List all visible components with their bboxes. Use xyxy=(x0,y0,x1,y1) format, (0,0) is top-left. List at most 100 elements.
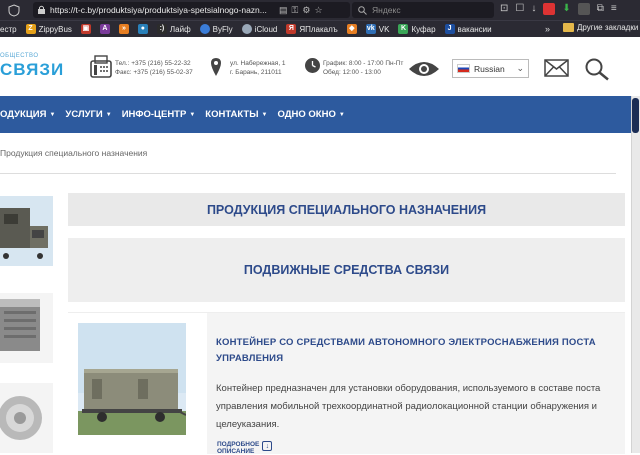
dropdown-arrow-icon: ▼ xyxy=(261,111,268,118)
bookmark-kufar[interactable]: K Куфар xyxy=(398,24,436,34)
bookmark-icloud[interactable]: iCloud xyxy=(241,24,278,34)
bookmark-icon: ▣ xyxy=(80,24,91,34)
bookmark-vacancies[interactable]: Jвакансии xyxy=(444,24,492,34)
pocket-icon[interactable]: ☐ xyxy=(515,3,524,15)
nav-item-services[interactable]: УСЛУГИ ▼ xyxy=(65,109,111,120)
sidebar-product-image[interactable] xyxy=(0,383,53,453)
breadcrumb: Продукция специального назначения xyxy=(0,148,148,158)
bookmark-zippybus[interactable]: Z ZippyBus xyxy=(25,24,72,34)
reader-icon[interactable]: ▤ xyxy=(279,5,288,16)
language-select[interactable]: Russian ⌄ xyxy=(452,59,529,78)
search-icon xyxy=(358,5,367,15)
contact-phones: Тел.: +375 (216) 55-22-32 Факс: +375 (21… xyxy=(115,59,193,77)
nav-label: УСЛУГИ xyxy=(65,109,103,120)
bookmark-label: ByFly xyxy=(212,24,233,34)
mail-icon[interactable] xyxy=(544,59,569,77)
section-title: ПОДВИЖНЫЕ СРЕДСТВА СВЯЗИ xyxy=(243,263,450,277)
extension-gray-icon[interactable] xyxy=(577,3,590,15)
logo-small-text: ОБЩЕСТВО xyxy=(0,53,39,59)
vk-icon: vk xyxy=(365,24,376,34)
extensions-puzzle-icon[interactable]: ⧉ xyxy=(597,3,604,15)
chevron-down-icon: ⌄ xyxy=(516,63,524,73)
phone-number[interactable]: Тел.: +375 (216) 55-22-32 xyxy=(115,59,193,68)
hours-schedule: График: 8:00 - 17:00 Пн-Пт xyxy=(323,60,404,67)
bookmark-icon: A xyxy=(99,24,110,34)
nav-label: ОДНО ОКНО xyxy=(277,109,336,120)
address-city: г. Барань, 211011 xyxy=(230,69,282,76)
nav-label: КОНТАКТЫ xyxy=(205,109,259,120)
dropdown-arrow-icon: ▼ xyxy=(338,111,345,118)
toolbar-left-area xyxy=(0,0,28,20)
globe-icon xyxy=(199,24,210,34)
search-icon[interactable] xyxy=(584,57,610,81)
bookmark-item[interactable]: » xyxy=(118,24,129,34)
product-title[interactable]: КОНТЕЙНЕР СО СРЕДСТВАМИ АВТОНОМНОГО ЭЛЕК… xyxy=(216,335,616,367)
browser-toolbar: https://t-c.by/produktsiya/produktsiya-s… xyxy=(0,0,640,20)
bookmark-label: вакансии xyxy=(457,24,492,34)
bookmark-label: Куфар xyxy=(411,24,436,34)
product-image-wrap xyxy=(68,313,202,454)
bookmark-vk[interactable]: vk VK xyxy=(365,24,389,34)
scrollbar-thumb[interactable] xyxy=(632,98,639,133)
bookmark-item[interactable]: ▣ xyxy=(80,24,91,34)
bookmark-item[interactable]: ◆ xyxy=(346,24,357,34)
bookmark-yaplakal[interactable]: Я ЯПлакалъ xyxy=(286,24,338,34)
menu-icon[interactable]: ≡ xyxy=(611,3,617,15)
language-value: Russian xyxy=(474,63,505,74)
yaplakal-icon: Я xyxy=(286,24,297,34)
address: ул. Набережная, 1 г. Барань, 211011 xyxy=(230,59,286,77)
screenshot-icon[interactable]: ⊡ xyxy=(500,3,508,15)
eye-icon[interactable] xyxy=(408,60,440,78)
browser-extensions: ⊡ ☐ ↓ ⬇ ⧉ ≡ xyxy=(500,3,617,15)
bookmark-label: ZippyBus xyxy=(38,24,72,34)
bookmark-item[interactable]: ● xyxy=(137,24,148,34)
product-image[interactable] xyxy=(78,323,186,435)
site-logo[interactable]: ОБЩЕСТВО СВЯЗИ xyxy=(0,53,63,83)
nav-label: ОДУКЦИЯ xyxy=(0,109,47,120)
section-title-box: ПОДВИЖНЫЕ СРЕДСТВА СВЯЗИ xyxy=(68,238,625,302)
logo-text: СВЯЗИ xyxy=(0,60,65,79)
bookmark-byfly[interactable]: ByFly xyxy=(199,24,233,34)
download-icon[interactable]: ↓ xyxy=(531,3,536,15)
russia-flag-icon xyxy=(457,64,470,73)
settings-icon[interactable]: ⚙ xyxy=(302,5,310,16)
extension-download-icon[interactable]: ⬇ xyxy=(562,3,570,15)
other-bookmarks-label: Другие закладки xyxy=(577,23,639,32)
page-title: ПРОДУКЦИЯ СПЕЦИАЛЬНОГО НАЗНАЧЕНИЯ xyxy=(206,202,487,217)
vacancies-icon: J xyxy=(444,24,455,34)
page-title-box: ПРОДУКЦИЯ СПЕЦИАЛЬНОГО НАЗНАЧЕНИЯ xyxy=(68,193,625,226)
bookmark-icon: ◆ xyxy=(346,24,357,34)
nav-item-contacts[interactable]: КОНТАКТЫ ▼ xyxy=(205,109,267,120)
zippybus-icon: Z xyxy=(25,24,36,34)
divider xyxy=(0,173,616,174)
nav-label: ИНФО-ЦЕНТР xyxy=(121,109,187,120)
sidebar-product-image[interactable] xyxy=(0,293,53,363)
bookmark-label: естр xyxy=(0,24,17,34)
bookmark-icon: » xyxy=(118,24,129,34)
bookmark-item[interactable]: естр xyxy=(0,25,17,34)
address-bar[interactable]: https://t-c.by/produktsiya/produktsiya-s… xyxy=(33,2,350,18)
sidebar-product-image[interactable] xyxy=(0,196,53,266)
more-details-line2: ОПИСАНИЕ xyxy=(217,448,255,455)
nav-item-info-center[interactable]: ИНФО-ЦЕНТР ▼ xyxy=(122,109,196,120)
nav-item-one-window[interactable]: ОДНО ОКНО ▼ xyxy=(278,109,345,120)
kufar-icon: K xyxy=(398,24,409,34)
clock-icon xyxy=(305,58,320,73)
bookmarks-overflow-button[interactable]: » xyxy=(545,24,550,34)
download-icon: ↓ xyxy=(262,441,273,451)
url-text[interactable]: https://t-c.by/produktsiya/produktsiya-s… xyxy=(50,5,275,15)
bookmark-life[interactable]: :) Лайф xyxy=(156,24,191,34)
bookmark-star-icon[interactable]: ☆ xyxy=(314,5,322,16)
shield-icon[interactable] xyxy=(0,0,28,20)
bookmark-label: iCloud xyxy=(254,24,278,34)
lock-icon xyxy=(38,5,45,14)
search-field[interactable]: Яндекс xyxy=(352,2,494,18)
site-header: ОБЩЕСТВО СВЯЗИ Тел.: +375 (216) 55-22-32… xyxy=(0,37,640,96)
dropdown-arrow-icon: ▼ xyxy=(49,111,56,118)
nav-item-products[interactable]: ОДУКЦИЯ ▼ xyxy=(0,109,55,120)
bookmark-item[interactable]: A xyxy=(99,24,110,34)
other-bookmarks[interactable]: Другие закладки xyxy=(563,23,638,32)
page-scrollbar[interactable] xyxy=(631,96,640,453)
extension-red-icon[interactable] xyxy=(543,3,556,15)
key-icon[interactable]: ⚿ xyxy=(292,5,299,16)
